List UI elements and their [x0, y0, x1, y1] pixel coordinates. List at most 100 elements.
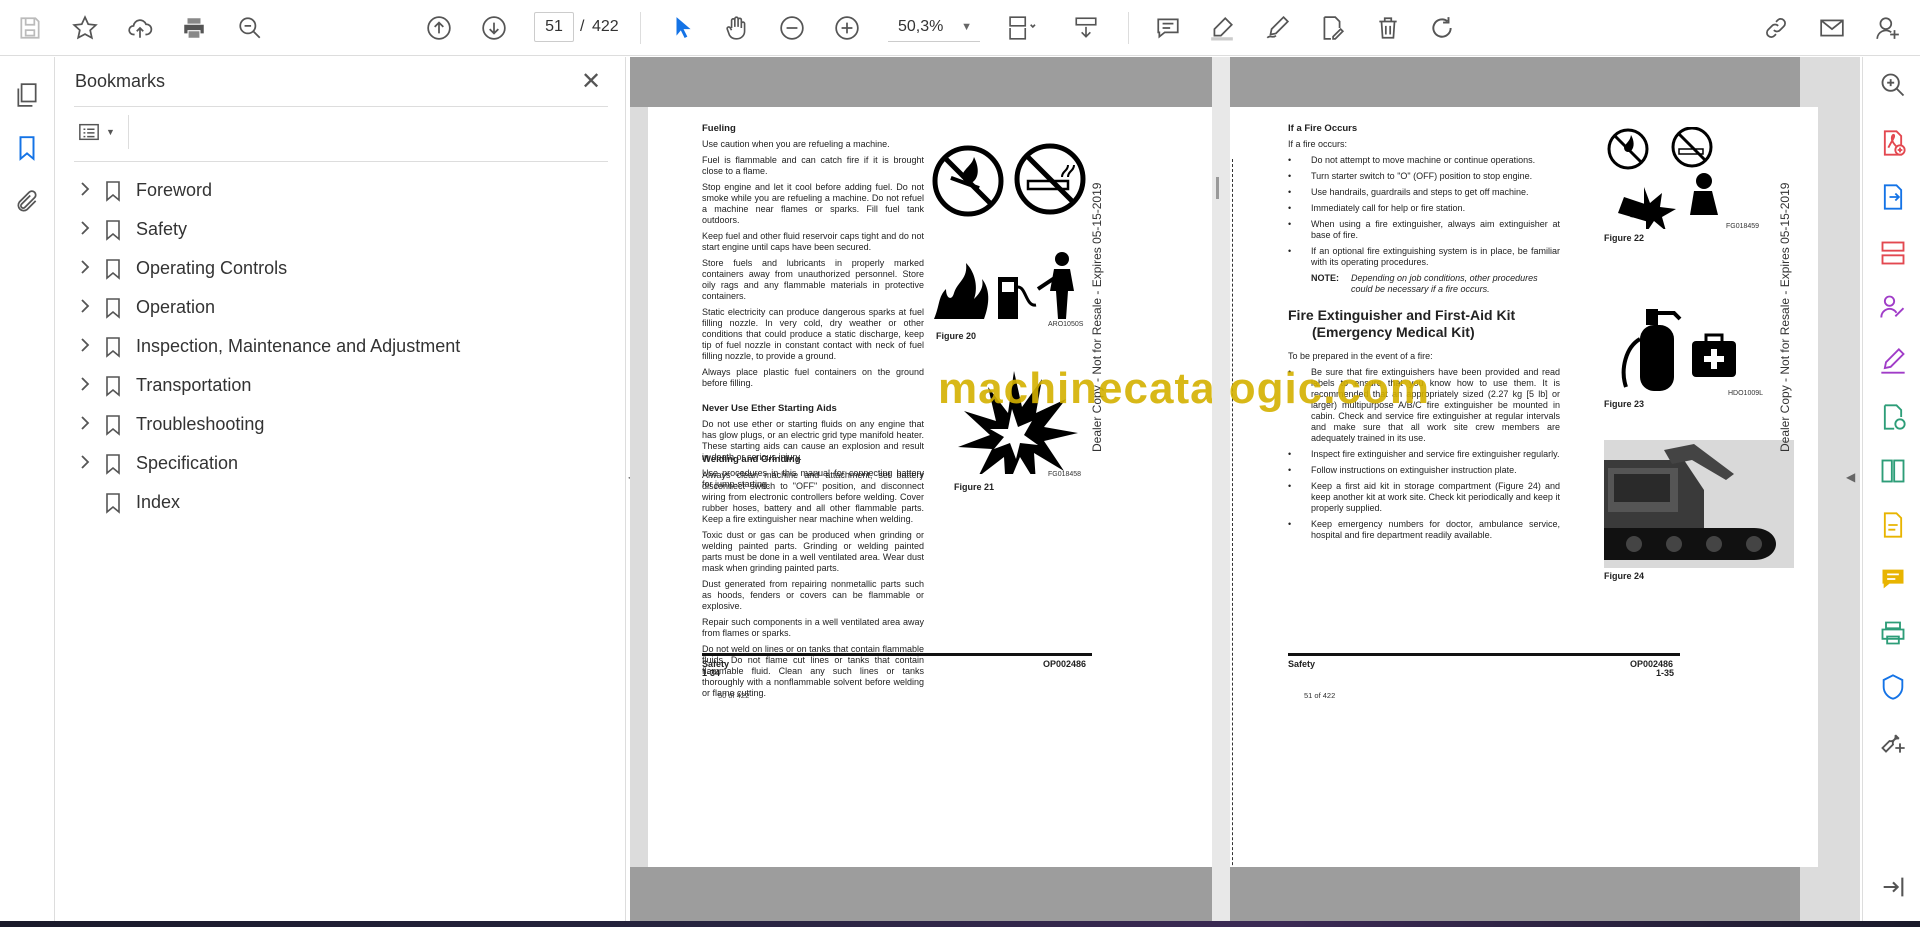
zoom-search-icon[interactable] [1879, 71, 1907, 99]
no-flame-sign-icon [932, 145, 1004, 222]
bookmark-icon [104, 492, 122, 514]
zoom-in-icon[interactable] [829, 10, 865, 46]
comment-tool-icon[interactable] [1879, 565, 1907, 593]
bookmark-item[interactable]: Foreword [72, 171, 612, 210]
list-item: Turn starter switch to "O" (OFF) positio… [1288, 171, 1560, 182]
paragraph: Repair such components in a well ventila… [702, 617, 924, 638]
chevron-right-icon[interactable] [72, 338, 98, 355]
bookmark-item[interactable]: Specification [72, 444, 612, 483]
figure-id: HDO1009L [1728, 390, 1764, 397]
chevron-right-icon[interactable] [72, 299, 98, 316]
organize-pages-icon[interactable] [1879, 239, 1907, 267]
attachment-icon[interactable] [9, 184, 45, 220]
left-nav-rail [0, 57, 55, 921]
document-viewer: Fueling Use caution when you are refueli… [630, 57, 1860, 921]
collapse-rail-icon[interactable] [1879, 873, 1907, 901]
paragraph: Keep fuel and other fluid reservoir caps… [702, 231, 924, 252]
save-icon[interactable] [12, 10, 48, 46]
bookmark-label: Operation [136, 297, 216, 317]
bookmark-panel-icon[interactable] [9, 130, 45, 166]
list-icon [79, 123, 99, 141]
figure-caption: Figure 20 [936, 331, 977, 341]
zoom-out-icon[interactable] [774, 10, 810, 46]
fill-sign-icon[interactable] [1879, 347, 1907, 375]
highlight-pen-icon[interactable] [1204, 10, 1240, 46]
pdf-spread: Fueling Use caution when you are refueli… [648, 107, 1818, 915]
scroll-mode-icon[interactable] [1068, 10, 1104, 46]
bookmark-label: Specification [136, 453, 239, 473]
cloud-upload-icon[interactable] [122, 10, 158, 46]
chevron-right-icon[interactable] [72, 416, 98, 433]
share-link-icon[interactable] [1758, 10, 1794, 46]
page-number-input[interactable]: 51 [534, 12, 574, 42]
footer-doc-id: OP002486 [1043, 659, 1087, 669]
bookmark-item[interactable]: Inspection, Maintenance and Adjustment [72, 327, 612, 366]
fire-warning-illustration [1604, 126, 1734, 234]
compare-files-icon[interactable] [1879, 457, 1907, 485]
figure-id: FG018458 [1048, 471, 1082, 478]
print-icon[interactable] [176, 10, 212, 46]
bookmark-icon [104, 453, 122, 475]
bookmark-item[interactable]: Operating Controls [72, 249, 612, 288]
scroll-thumb[interactable] [1216, 177, 1219, 199]
create-pdf-icon[interactable] [1879, 129, 1907, 157]
hand-tool-icon[interactable] [719, 10, 755, 46]
print-production-icon[interactable] [1879, 619, 1907, 647]
chevron-right-icon[interactable] [72, 260, 98, 277]
chevron-right-icon[interactable] [72, 455, 98, 472]
add-user-icon[interactable] [1870, 10, 1906, 46]
more-tools-icon[interactable] [1879, 727, 1907, 755]
bookmark-item[interactable]: Index [72, 483, 612, 522]
delete-icon[interactable] [1370, 10, 1406, 46]
paragraph: To be prepared in the event of a fire: [1288, 351, 1433, 361]
vertical-scrollbar[interactable] [1212, 57, 1230, 921]
bookmark-item[interactable]: Operation [72, 288, 612, 327]
heading-line: (Emergency Medical Kit) [1312, 324, 1475, 340]
comment-icon[interactable] [1150, 10, 1186, 46]
bookmark-list: Foreword Safety Operating Controls Operatio… [72, 171, 612, 522]
edit-text-icon[interactable] [1314, 10, 1350, 46]
zoom-level-dropdown[interactable]: 50,3% ▼ [888, 12, 980, 42]
bookmark-icon [104, 414, 122, 436]
bookmark-item[interactable]: Safety [72, 210, 612, 249]
chevron-right-icon[interactable] [72, 377, 98, 394]
bookmark-item[interactable]: Troubleshooting [72, 405, 612, 444]
chevron-right-icon[interactable] [72, 221, 98, 238]
export-pdf-icon[interactable] [1879, 183, 1907, 211]
star-icon[interactable] [67, 10, 103, 46]
email-icon[interactable] [1814, 10, 1850, 46]
note-text: Depending on job conditions, other proce… [1351, 273, 1538, 294]
figure-caption: Figure 24 [1604, 571, 1645, 581]
bookmark-options-button[interactable]: ▼ [76, 117, 126, 147]
right-page-text: If a Fire Occurs If a fire occurs: Do no… [1288, 117, 1560, 546]
figure-caption: Figure 22 [1604, 233, 1645, 243]
expand-tools-arrow[interactable]: ◀ [1846, 470, 1855, 484]
redo-rotate-icon[interactable] [1424, 10, 1460, 46]
page-fit-icon[interactable] [998, 10, 1046, 46]
bookmark-label: Foreword [136, 180, 213, 200]
chevron-right-icon[interactable] [72, 182, 98, 199]
bookmark-label: Index [136, 492, 181, 512]
list-item: Immediately call for help or fire statio… [1288, 203, 1560, 214]
paragraph: Dust generated from repairing nonmetalli… [702, 579, 924, 611]
left-page-text-welding: Welding and Grinding Always clean machin… [702, 448, 924, 704]
list-item: Follow instructions on extinguisher inst… [1288, 465, 1560, 476]
page-thumbnails-icon[interactable] [9, 77, 45, 113]
zoom-search-icon[interactable] [232, 10, 268, 46]
previous-page-icon[interactable] [421, 10, 457, 46]
paragraph: Toxic dust or gas can be produced when g… [702, 530, 924, 573]
edit-pdf-icon[interactable] [1879, 511, 1907, 539]
fire-list: Do not attempt to move machine or contin… [1288, 155, 1560, 268]
panel-title: Bookmarks [75, 71, 166, 91]
bookmark-item[interactable]: Transportation [72, 366, 612, 405]
send-review-icon[interactable] [1879, 403, 1907, 431]
bookmark-icon [104, 219, 122, 241]
protect-shield-icon[interactable] [1879, 673, 1907, 701]
close-icon[interactable]: ✕ [576, 67, 606, 97]
request-signatures-icon[interactable] [1879, 293, 1907, 321]
next-page-icon[interactable] [476, 10, 512, 46]
draw-icon[interactable] [1259, 10, 1295, 46]
left-page-text: Fueling Use caution when you are refueli… [702, 117, 924, 495]
select-cursor-icon[interactable] [665, 10, 701, 46]
chevron-down-icon: ▼ [106, 127, 115, 137]
